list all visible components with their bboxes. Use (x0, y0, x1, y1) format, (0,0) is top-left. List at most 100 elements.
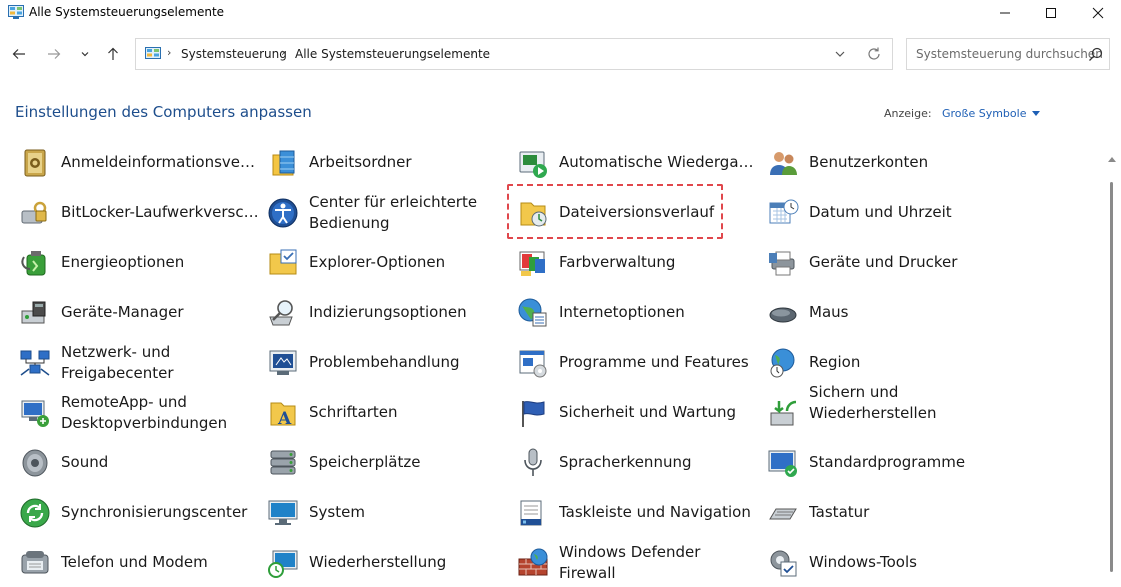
devices-printers-icon (769, 251, 795, 276)
item-mouse[interactable]: Maus (767, 291, 1013, 335)
recovery-icon (268, 550, 298, 578)
refresh-icon[interactable] (866, 46, 882, 62)
breadcrumb-separator[interactable]: › (470, 46, 474, 59)
item-network-sharing[interactable]: Netzwerk- und Freigabecenter (19, 341, 265, 385)
region-icon (770, 348, 795, 378)
item-remoteapp[interactable]: RemoteApp- und Desktopverbindungen (19, 391, 265, 435)
window-title: Alle Systemsteuerungselemente (29, 5, 225, 19)
system-icon (268, 500, 298, 525)
sync-center-icon (20, 498, 50, 528)
item-system[interactable]: System (267, 491, 513, 535)
page-title: Einstellungen des Computers anpassen (15, 103, 312, 121)
item-label: Netzwerk- und Freigabecenter (61, 343, 174, 382)
item-devices-printers[interactable]: Geräte und Drucker (767, 241, 1013, 285)
firewall-icon (518, 548, 548, 576)
item-device-manager[interactable]: Geräte-Manager (19, 291, 265, 335)
storage-spaces-icon (270, 450, 296, 475)
item-label: Geräte-Manager (61, 303, 184, 321)
arrow-up-icon (108, 47, 118, 60)
item-recovery[interactable]: Wiederherstellung (267, 541, 513, 585)
fonts-icon: A (270, 402, 296, 429)
scrollbar-thumb[interactable] (1110, 182, 1113, 572)
control-panel-icon (145, 47, 161, 59)
address-bar[interactable]: › Systemsteuerung › Alle Systemsteuerung… (135, 38, 893, 70)
scroll-up-icon[interactable] (1108, 156, 1116, 162)
search-icon[interactable] (1088, 47, 1103, 62)
close-button[interactable] (1075, 0, 1121, 26)
item-label: Wiederherstellung (309, 553, 447, 571)
item-sync-center[interactable]: Synchronisierungscenter (19, 491, 265, 535)
back-button[interactable] (8, 43, 30, 65)
item-ease-of-access[interactable]: Center für erleichterte Bedienung (267, 191, 513, 235)
internet-options-icon (518, 298, 547, 327)
item-security-maintenance[interactable]: Sicherheit und Wartung (517, 391, 763, 435)
recent-locations-button[interactable] (74, 43, 96, 65)
item-indexing-options[interactable]: Indizierungsoptionen (267, 291, 513, 335)
item-phone-modem[interactable]: Telefon und Modem (19, 541, 265, 585)
item-label: Problembehandlung (309, 353, 460, 371)
item-keyboard[interactable]: Tastatur (767, 491, 1013, 535)
item-sound[interactable]: Sound (19, 441, 265, 485)
breadcrumb-all-items[interactable]: Alle Systemsteuerungselemente (295, 47, 490, 61)
item-label: Region (809, 353, 861, 371)
troubleshooting-icon (269, 350, 297, 375)
chevron-down-icon (81, 52, 89, 57)
item-credential-manager[interactable]: Anmeldeinformationsverwaltung (19, 141, 265, 185)
search-input[interactable]: Systemsteuerung durchsuchen (906, 38, 1110, 70)
item-firewall[interactable]: Windows Defender Firewall (517, 541, 763, 585)
item-speech-recognition[interactable]: Spracherkennung (517, 441, 763, 485)
indexing-options-icon (269, 300, 293, 326)
item-label: Sound (61, 453, 109, 471)
item-region[interactable]: Region (767, 341, 1013, 385)
up-button[interactable] (102, 43, 124, 65)
item-troubleshooting[interactable]: Problembehandlung (267, 341, 513, 385)
explorer-options-icon (269, 249, 297, 275)
item-label: Schriftarten (309, 403, 398, 421)
item-work-folders[interactable]: Arbeitsordner (267, 141, 513, 185)
item-label: Windows-Tools (809, 553, 917, 571)
item-label: Benutzerkonten (809, 153, 929, 171)
security-maintenance-icon (522, 401, 545, 427)
ease-of-access-icon (268, 198, 298, 228)
chevron-down-icon[interactable] (832, 47, 848, 61)
item-label: Taskleiste und Navigation (559, 503, 751, 521)
view-mode-value[interactable]: Große Symbole (942, 107, 1026, 120)
item-default-programs[interactable]: Standardprogramme (767, 441, 1013, 485)
item-label: Synchronisierungscenter (61, 503, 248, 521)
color-management-icon (519, 251, 545, 276)
network-sharing-icon (20, 350, 50, 376)
item-programs-features[interactable]: Programme und Features (517, 341, 763, 385)
item-internet-options[interactable]: Internetoptionen (517, 291, 763, 335)
speech-recognition-icon (524, 448, 542, 476)
bitlocker-icon (21, 201, 47, 224)
breadcrumb-separator[interactable]: › (167, 46, 171, 59)
item-color-management[interactable]: Farbverwaltung (517, 241, 763, 285)
breadcrumb-separator[interactable]: › (281, 46, 285, 59)
item-explorer-options[interactable]: Explorer-Optionen (267, 241, 513, 285)
minimize-button[interactable] (982, 0, 1028, 26)
item-storage-spaces[interactable]: Speicherplätze (267, 441, 513, 485)
item-fonts[interactable]: A Schriftarten (267, 391, 513, 435)
item-backup-restore[interactable]: Sichern und Wiederherstellen (Windows 7) (767, 383, 1013, 435)
arrow-left-icon (12, 49, 25, 59)
item-autoplay[interactable]: Automatische Wiedergabe (517, 141, 763, 185)
item-windows-tools[interactable]: Windows-Tools (767, 541, 1013, 585)
view-label: Anzeige: (884, 107, 932, 120)
item-bitlocker[interactable]: BitLocker-Laufwerkverschlüsselung (19, 191, 265, 235)
default-programs-icon (768, 450, 797, 477)
search-placeholder: Systemsteuerung durchsuchen (916, 47, 1103, 61)
item-power-options[interactable]: Energieoptionen (19, 241, 265, 285)
item-taskbar-navigation[interactable]: Taskleiste und Navigation (517, 491, 763, 535)
caret-down-icon (1032, 110, 1041, 116)
maximize-button[interactable] (1028, 0, 1074, 26)
sound-icon (22, 449, 48, 477)
device-manager-icon (21, 301, 46, 324)
item-user-accounts[interactable]: Benutzerkonten (767, 141, 1013, 185)
maximize-icon (1046, 8, 1056, 18)
item-label: Automatische Wiedergabe (559, 153, 757, 171)
item-date-time[interactable]: Datum und Uhrzeit (767, 191, 1013, 235)
item-label: Spracherkennung (559, 453, 692, 471)
view-mode-select[interactable]: Große Symbole (942, 107, 1041, 120)
breadcrumb-control-panel[interactable]: Systemsteuerung (181, 47, 287, 61)
forward-button[interactable] (43, 43, 65, 65)
